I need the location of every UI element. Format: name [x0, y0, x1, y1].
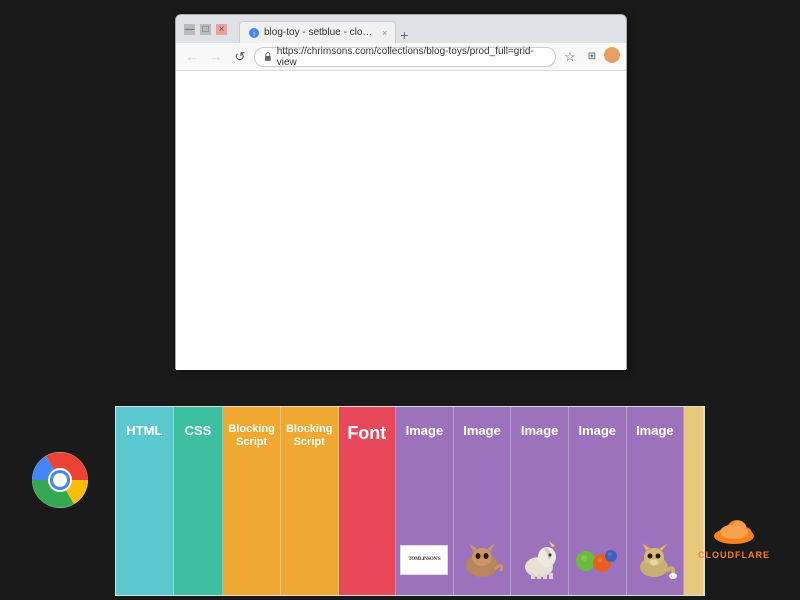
resource-css[interactable]: CSS [174, 407, 224, 595]
resource-blocking2-thumb [285, 532, 334, 587]
resource-css-label: CSS [185, 415, 212, 438]
reload-button[interactable]: ↺ [230, 47, 250, 67]
resource-image1[interactable]: Image TOMLINSON'S [396, 407, 454, 595]
balls-thumbnail [574, 541, 620, 579]
chrome-logo [30, 450, 90, 510]
resource-bar: HTML CSS BlockingScript BlockingScript F… [116, 407, 704, 595]
resource-blocking2-label: BlockingScript [286, 415, 332, 449]
cloudflare-cloud-icon [709, 516, 759, 546]
horse-thumbnail [517, 541, 563, 579]
resource-font-thumb [343, 532, 392, 587]
resource-image5-label: Image [636, 415, 674, 438]
lock-icon [263, 52, 273, 62]
extensions-button[interactable]: ⊞ [582, 47, 602, 67]
resource-image1-label: Image [406, 415, 444, 438]
resource-image2[interactable]: Image [454, 407, 512, 595]
chrome-icon [30, 450, 90, 510]
resource-image2-thumb [458, 532, 507, 587]
bookmark-button[interactable]: ☆ [560, 47, 580, 67]
maximize-button[interactable]: □ [200, 24, 211, 35]
browser-toolbar: ← → ↺ https://chrimsons.com/collections/… [176, 43, 626, 71]
tab-bar: i blog-toy - setblue - cloud... × + [239, 15, 618, 43]
tab-title: blog-toy - setblue - cloud... [264, 27, 374, 38]
minimize-button[interactable]: — [184, 24, 195, 35]
forward-button[interactable]: → [206, 47, 226, 67]
resource-image3-label: Image [521, 415, 559, 438]
resource-panel: HTML CSS BlockingScript BlockingScript F… [115, 406, 705, 596]
resource-extra [684, 407, 704, 595]
address-text: https://chrimsons.com/collections/blog-t… [277, 46, 547, 68]
resource-blocking2[interactable]: BlockingScript [281, 407, 339, 595]
resource-image3-thumb [515, 532, 564, 587]
browser-content [176, 71, 626, 370]
resource-image5[interactable]: Image [627, 407, 685, 595]
browser-titlebar: — □ × i blog-toy - setblue - cloud... × … [176, 15, 626, 43]
account-avatar[interactable] [604, 47, 620, 63]
resource-blocking1-thumb [227, 532, 276, 587]
close-button[interactable]: × [216, 24, 227, 35]
active-tab[interactable]: i blog-toy - setblue - cloud... × [239, 21, 396, 43]
cloudflare-text: CLOUDFLARE [698, 550, 770, 560]
toolbar-actions: ☆ ⊞ [560, 47, 620, 67]
fox-thumbnail [632, 541, 678, 579]
resource-blocking1[interactable]: BlockingScript [223, 407, 281, 595]
tab-favicon: i [248, 27, 260, 39]
cat-thumbnail [459, 541, 505, 579]
new-tab-button[interactable]: + [400, 27, 408, 43]
resource-image4[interactable]: Image [569, 407, 627, 595]
back-button[interactable]: ← [182, 47, 202, 67]
resource-image1-thumb: TOMLINSON'S [400, 532, 449, 587]
resource-image4-thumb [573, 532, 622, 587]
resource-image4-label: Image [578, 415, 616, 438]
browser-window: — □ × i blog-toy - setblue - cloud... × … [175, 14, 627, 369]
resource-image2-label: Image [463, 415, 501, 438]
resource-font[interactable]: Font [339, 407, 397, 595]
cloudflare-area: CLOUDFLARE [698, 516, 770, 560]
resource-html[interactable]: HTML [116, 407, 174, 595]
tomlinsons-thumbnail: TOMLINSON'S [400, 545, 448, 575]
resource-font-label: Font [347, 415, 386, 444]
resource-html-thumb [120, 532, 169, 587]
resource-css-thumb [178, 532, 219, 587]
tab-close-icon[interactable]: × [382, 28, 387, 38]
address-bar[interactable]: https://chrimsons.com/collections/blog-t… [254, 47, 556, 67]
window-controls: — □ × [184, 24, 227, 35]
resource-image3[interactable]: Image [511, 407, 569, 595]
resource-html-label: HTML [126, 415, 162, 438]
resource-image5-thumb [631, 532, 680, 587]
resource-blocking1-label: BlockingScript [228, 415, 274, 449]
